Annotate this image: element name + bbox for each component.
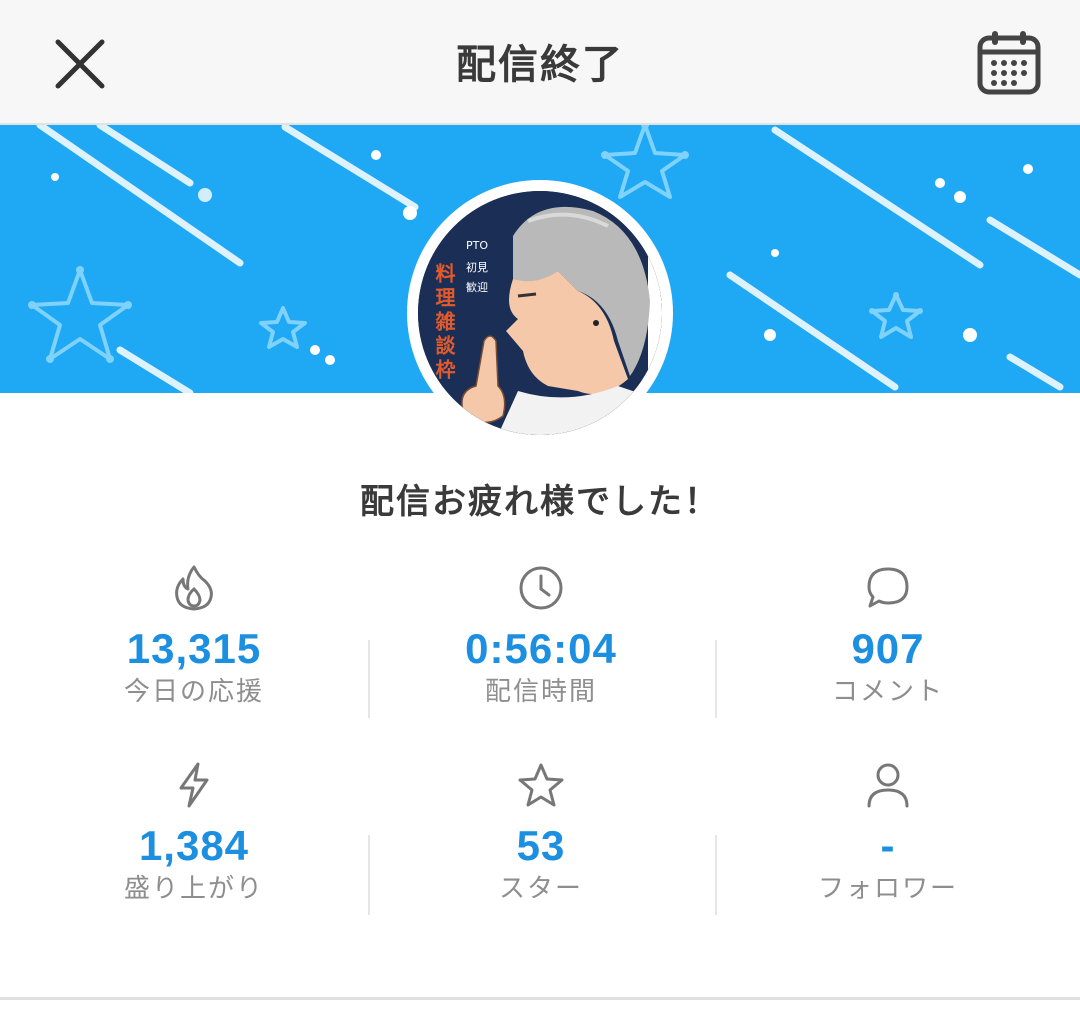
stat-divider [368,835,370,915]
stat-value: 907 [851,625,925,672]
stat-stars: 53 スター [391,760,691,906]
avatar-tag-2: 初見 [466,260,488,274]
stat-followers: - フォロワー [738,760,1038,906]
stat-comments: 907 コメント [738,563,1038,709]
greeting-message: 配信お疲れ様でした！ [360,482,720,522]
stat-label: 盛り上がり [123,874,264,904]
star-icon [518,763,564,807]
header-bar: 配信終了 [0,0,1080,125]
avatar-tag-3: 歓迎 [466,280,488,294]
stat-support: 13,315 今日の応援 [44,563,344,709]
comment-icon [867,567,909,608]
stat-value: 53 [516,822,566,869]
avatar[interactable]: 料理雑談枠 PTO 初見 歓迎 [418,191,662,435]
stat-value: 0:56:04 [465,625,617,672]
flame-icon [175,565,213,611]
stat-value: 1,384 [138,822,250,869]
stat-excitement: 1,384 盛り上がり [44,760,344,906]
avatar-tag-1: PTO [466,239,488,252]
stat-label: スター [498,874,583,904]
stat-value: - [880,822,896,869]
stat-divider [715,835,717,915]
page-title: 配信終了 [456,42,624,88]
bottom-divider [0,997,1080,1000]
stat-divider [715,640,717,718]
calendar-icon[interactable] [974,28,1044,98]
stat-label: 配信時間 [484,677,597,707]
stat-label: フォロワー [817,874,958,904]
stat-broadcast-time: 0:56:04 配信時間 [391,563,691,709]
stat-value: 13,315 [126,625,262,672]
avatar-thumbnail-title: 料理雑談枠 [432,263,456,383]
lightning-icon [179,762,209,808]
user-icon [867,763,909,808]
stat-divider [368,640,370,718]
stat-label: 今日の応援 [123,677,264,707]
avatar-illustration: 料理雑談枠 PTO 初見 歓迎 [418,191,662,435]
stat-label: コメント [831,677,944,707]
clock-icon [519,566,563,610]
